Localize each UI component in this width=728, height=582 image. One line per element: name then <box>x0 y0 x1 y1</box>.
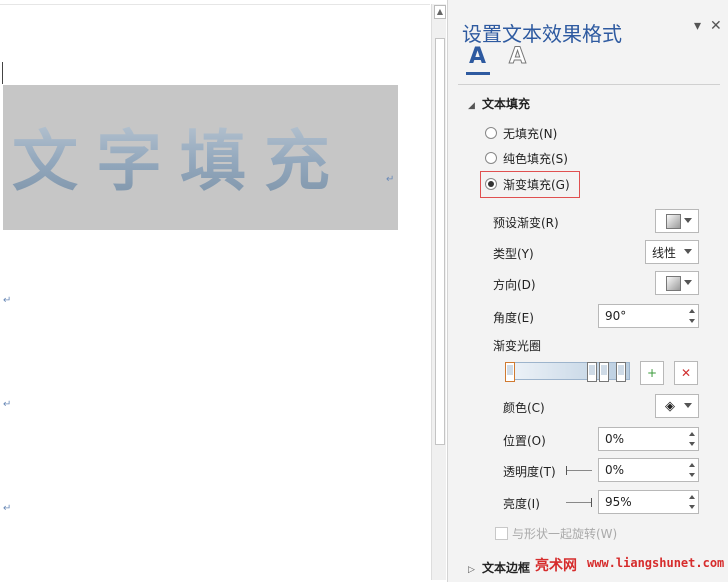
paragraph-mark: ↵ <box>3 295 12 306</box>
radio-icon <box>485 152 497 164</box>
transparency-slider-thumb[interactable] <box>566 466 567 475</box>
preset-gradient-label: 预设渐变(R) <box>493 216 559 230</box>
pane-options-icon[interactable]: ▾ <box>694 18 701 34</box>
chevron-down-icon <box>684 280 692 285</box>
solid-fill-radio[interactable]: 纯色填充(S) <box>485 149 568 167</box>
chevron-down-icon <box>684 403 692 408</box>
gradient-swatch-icon <box>666 213 681 229</box>
highlight-box <box>480 171 580 198</box>
watermark-site-name: 亮术网 <box>535 558 577 574</box>
type-label: 类型(Y) <box>493 247 534 261</box>
gradient-stop-handle[interactable] <box>616 362 626 382</box>
rotate-with-shape-label: 与形状一起旋转(W) <box>512 527 618 541</box>
angle-spinner[interactable]: 90° <box>598 304 699 328</box>
angle-value: 90° <box>605 309 627 323</box>
page-edge <box>0 4 430 5</box>
text-fill-section-header[interactable]: ◢ 文本填充 <box>468 95 530 112</box>
spin-up-icon[interactable] <box>689 495 695 499</box>
brightness-spinner[interactable]: 95% <box>598 490 699 514</box>
text-cursor <box>2 62 3 84</box>
color-picker-dropdown[interactable]: ◈ <box>655 394 699 418</box>
scroll-thumb[interactable] <box>435 38 445 445</box>
direction-dropdown[interactable] <box>655 271 699 295</box>
position-label: 位置(O) <box>503 434 546 448</box>
radio-icon <box>485 127 497 139</box>
active-tab-indicator <box>466 72 490 75</box>
preset-gradient-dropdown[interactable] <box>655 209 699 233</box>
paragraph-mark: ↵ <box>386 174 395 185</box>
spin-up-icon[interactable] <box>689 432 695 436</box>
gradient-stops-bar[interactable] <box>508 362 630 380</box>
collapse-triangle-icon: ◢ <box>468 101 475 111</box>
spin-down-icon[interactable] <box>689 505 695 509</box>
angle-label: 角度(E) <box>493 311 534 325</box>
position-spinner[interactable]: 0% <box>598 427 699 451</box>
remove-gradient-stop-button[interactable]: ✕ <box>674 361 698 385</box>
add-gradient-stop-button[interactable]: + <box>640 361 664 385</box>
text-effects-tab-icon[interactable]: A <box>508 44 526 70</box>
no-fill-radio[interactable]: 无填充(N) <box>485 124 557 142</box>
document-canvas[interactable]: 文字填充 ↵ ↵ ↵ ↵ <box>0 0 430 582</box>
remove-stop-icon: ✕ <box>680 366 692 380</box>
gradient-stop-handle[interactable] <box>587 362 597 382</box>
paragraph-mark: ↵ <box>3 503 12 514</box>
chevron-down-icon <box>684 218 692 223</box>
gradient-stop-handle[interactable] <box>505 362 515 382</box>
brightness-value: 95% <box>605 495 632 509</box>
spin-down-icon[interactable] <box>689 319 695 323</box>
text-border-section-header[interactable]: ▷ 文本边框 <box>468 559 530 576</box>
expand-triangle-icon: ▷ <box>468 565 475 575</box>
color-label: 颜色(C) <box>503 401 545 415</box>
gradient-direction-icon <box>666 275 681 291</box>
chevron-down-icon <box>684 249 692 254</box>
position-value: 0% <box>605 432 625 446</box>
transparency-slider[interactable] <box>566 470 592 471</box>
spin-down-icon[interactable] <box>689 442 695 446</box>
type-dropdown[interactable]: 线性 <box>645 240 699 264</box>
vertical-scrollbar[interactable]: ▲ <box>431 4 446 580</box>
brightness-slider[interactable] <box>566 502 592 503</box>
text-fill-outline-tab-icon[interactable]: A <box>469 44 486 70</box>
direction-label: 方向(D) <box>493 278 536 292</box>
transparency-value: 0% <box>605 463 625 477</box>
format-text-effects-pane: 设置文本效果格式 ▾ ✕ A A ◢ 文本填充 无填充(N) 纯色填充(S) 渐变… <box>447 0 728 582</box>
watermark-url: www.liangshunet.com <box>587 556 725 570</box>
gradient-stop-handle[interactable] <box>599 362 609 382</box>
scroll-up-button[interactable]: ▲ <box>434 5 446 19</box>
tab-divider <box>458 84 720 85</box>
brightness-label: 亮度(I) <box>503 497 540 511</box>
pane-title: 设置文本效果格式 <box>462 22 622 46</box>
transparency-label: 透明度(T) <box>503 465 556 479</box>
transparency-spinner[interactable]: 0% <box>598 458 699 482</box>
brightness-slider-thumb[interactable] <box>591 498 592 507</box>
spin-up-icon[interactable] <box>689 463 695 467</box>
gradient-stops-label: 渐变光圈 <box>493 339 542 353</box>
close-icon[interactable]: ✕ <box>710 18 722 34</box>
gradient-filled-text[interactable]: 文字填充 <box>12 108 348 204</box>
spin-down-icon[interactable] <box>689 473 695 477</box>
rotate-with-shape-checkbox[interactable] <box>495 527 508 540</box>
spin-up-icon[interactable] <box>689 309 695 313</box>
paint-bucket-icon: ◈ <box>665 398 675 414</box>
type-value: 线性 <box>652 245 677 260</box>
add-stop-icon: + <box>646 366 658 380</box>
paragraph-mark: ↵ <box>3 399 12 410</box>
